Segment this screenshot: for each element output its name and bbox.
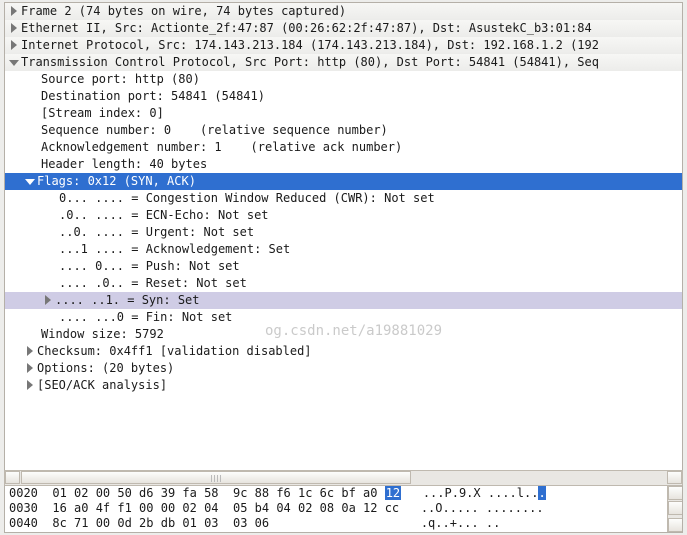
packet-details-tree[interactable]: Frame 2 (74 bytes on wire, 74 bytes capt… (4, 2, 683, 484)
hex-row-0040[interactable]: 0040 8c 71 00 0d 2b db 01 03 03 06 .q..+… (5, 516, 682, 531)
field-dst-port[interactable]: Destination port: 54841 (54841) (5, 88, 682, 105)
field-window-size[interactable]: Window size: 5792 (5, 326, 682, 343)
flag-urg[interactable]: ..0. .... = Urgent: Not set (5, 224, 682, 241)
label-tcp: Transmission Control Protocol, Src Port:… (21, 55, 599, 69)
scroll-left-button[interactable] (5, 471, 20, 484)
field-seq-ack-analysis[interactable]: [SEO/ACK analysis] (5, 377, 682, 394)
tree-frame[interactable]: Frame 2 (74 bytes on wire, 74 bytes capt… (5, 3, 682, 20)
expand-icon[interactable] (45, 295, 51, 305)
flag-ecn[interactable]: .0.. .... = ECN-Echo: Not set (5, 207, 682, 224)
scroll-down-button[interactable] (668, 518, 683, 532)
tree-ip[interactable]: Internet Protocol, Src: 174.143.213.184 … (5, 37, 682, 54)
field-flags[interactable]: Flags: 0x12 (SYN, ACK) (5, 173, 682, 190)
scroll-thumb[interactable] (668, 501, 683, 515)
hex-row-0020[interactable]: 0020 01 02 00 50 d6 39 fa 58 9c 88 f6 1c… (5, 486, 682, 501)
scroll-right-button[interactable] (667, 471, 682, 484)
expand-icon[interactable] (27, 346, 33, 356)
expand-icon[interactable] (11, 40, 17, 50)
label-ip: Internet Protocol, Src: 174.143.213.184 … (21, 38, 599, 52)
hexdump-pane[interactable]: 0020 01 02 00 50 d6 39 fa 58 9c 88 f6 1c… (4, 485, 683, 533)
label-frame: Frame 2 (74 bytes on wire, 74 bytes capt… (21, 4, 346, 18)
field-stream-index[interactable]: [Stream index: 0] (5, 105, 682, 122)
highlighted-ascii: . (538, 486, 545, 500)
grip-icon (211, 475, 221, 482)
expand-icon[interactable] (11, 6, 17, 16)
hex-row-0030[interactable]: 0030 16 a0 4f f1 00 00 02 04 05 b4 04 02… (5, 501, 682, 516)
tree-ethernet[interactable]: Ethernet II, Src: Actionte_2f:47:87 (00:… (5, 20, 682, 37)
highlighted-byte: 12 (385, 486, 401, 500)
scroll-up-button[interactable] (668, 486, 683, 500)
flag-cwr[interactable]: 0... .... = Congestion Window Reduced (C… (5, 190, 682, 207)
flag-syn[interactable]: .... ..1. = Syn: Set (5, 292, 682, 309)
label-flags: Flags: 0x12 (SYN, ACK) (37, 174, 196, 188)
flag-ack[interactable]: ...1 .... = Acknowledgement: Set (5, 241, 682, 258)
expand-icon[interactable] (27, 380, 33, 390)
field-src-port[interactable]: Source port: http (80) (5, 71, 682, 88)
hexdump-vertical-scrollbar[interactable] (667, 486, 683, 532)
field-options[interactable]: Options: (20 bytes) (5, 360, 682, 377)
flag-fin[interactable]: .... ...0 = Fin: Not set (5, 309, 682, 326)
collapse-icon[interactable] (25, 179, 35, 185)
collapse-icon[interactable] (9, 60, 19, 66)
label-eth: Ethernet II, Src: Actionte_2f:47:87 (00:… (21, 21, 592, 35)
flag-rst[interactable]: .... .0.. = Reset: Not set (5, 275, 682, 292)
expand-icon[interactable] (11, 23, 17, 33)
field-checksum[interactable]: Checksum: 0x4ff1 [validation disabled] (5, 343, 682, 360)
field-seq-number[interactable]: Sequence number: 0 (relative sequence nu… (5, 122, 682, 139)
tree-tcp[interactable]: Transmission Control Protocol, Src Port:… (5, 54, 682, 71)
field-ack-number[interactable]: Acknowledgement number: 1 (relative ack … (5, 139, 682, 156)
flag-psh[interactable]: .... 0... = Push: Not set (5, 258, 682, 275)
expand-icon[interactable] (27, 363, 33, 373)
scroll-thumb[interactable] (21, 471, 411, 484)
field-header-length[interactable]: Header length: 40 bytes (5, 156, 682, 173)
